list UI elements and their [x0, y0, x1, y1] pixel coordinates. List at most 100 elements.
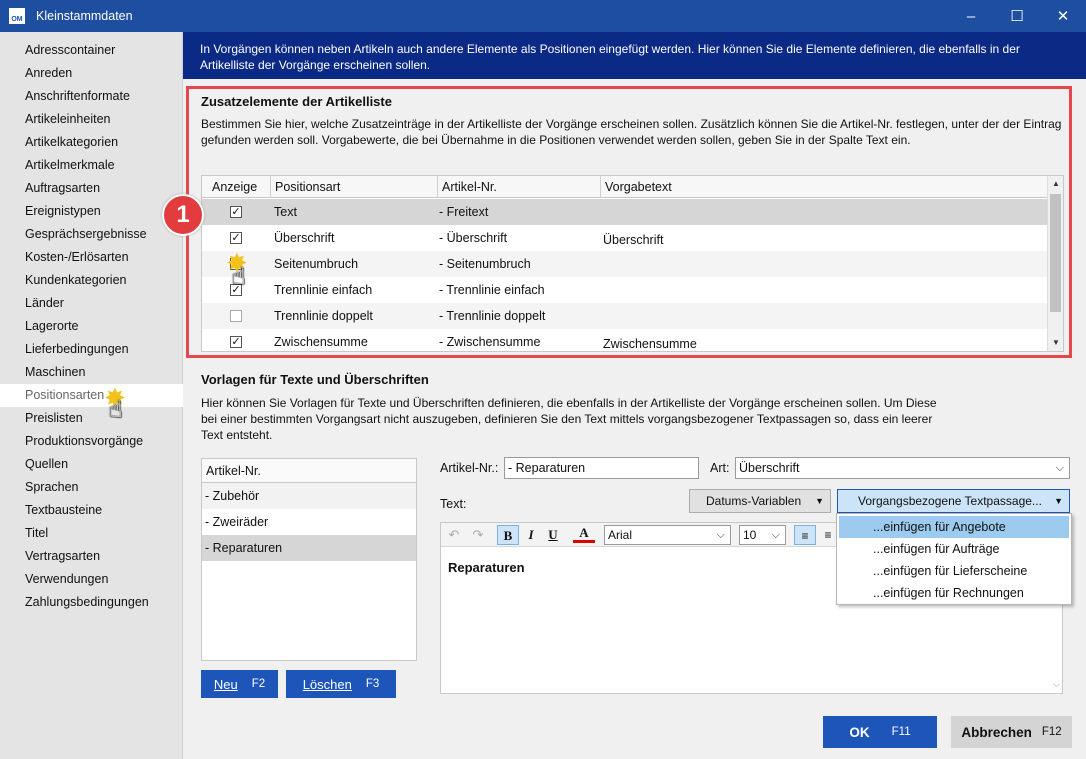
sidebar-item[interactable]: Artikelkategorien — [0, 131, 183, 154]
sidebar-item[interactable]: Kundenkategorien — [0, 269, 183, 292]
dropdown-arrow-icon: ▼ — [815, 496, 824, 506]
col-artikel-nr[interactable]: Artikel-Nr. — [438, 176, 601, 198]
font-select[interactable]: Arial ⌵ — [604, 525, 731, 545]
table-row[interactable]: ✓ Seitenumbruch - Seitenumbruch — [202, 251, 1048, 277]
sidebar-item[interactable]: Zahlungsbedingungen — [0, 591, 183, 614]
table-row[interactable]: ✓ Überschrift - Überschrift Überschrift — [202, 225, 1048, 251]
size-select[interactable]: 10 ⌵ — [739, 525, 786, 545]
sidebar-item[interactable]: Textbausteine — [0, 499, 183, 522]
cell-positionsart[interactable]: Seitenumbruch — [274, 251, 358, 277]
minimize-button[interactable]: – — [948, 0, 994, 32]
ok-button[interactable]: OK F11 — [823, 716, 937, 748]
sidebar-item[interactable]: Anreden — [0, 62, 183, 85]
table-row[interactable]: ✓ Trennlinie einfach - Trennlinie einfach — [202, 277, 1048, 303]
list-item[interactable]: - Zweiräder — [202, 509, 416, 535]
col-positionsart[interactable]: Positionsart — [271, 176, 438, 198]
sidebar-item[interactable]: Preislisten — [0, 407, 183, 430]
maximize-button[interactable]: ☐ — [994, 0, 1040, 32]
col-anzeige[interactable]: Anzeige — [202, 176, 271, 198]
col-vorgabetext[interactable]: Vorgabetext — [601, 176, 1048, 198]
sidebar-item[interactable]: Lagerorte — [0, 315, 183, 338]
cell-positionsart[interactable]: Trennlinie einfach — [274, 277, 372, 303]
ok-label: OK — [849, 724, 870, 740]
anzeige-checkbox[interactable]: ✓ — [230, 206, 242, 218]
anzeige-checkbox[interactable]: ✓ — [230, 336, 242, 348]
sidebar-item[interactable]: Artikelmerkmale — [0, 154, 183, 177]
sidebar-item[interactable]: Maschinen — [0, 361, 183, 384]
chevron-down-icon: ⌵ — [771, 529, 780, 541]
cell-positionsart[interactable]: Trennlinie doppelt — [274, 303, 373, 329]
datums-variablen-button[interactable]: Datums-Variablen ▼ — [689, 489, 831, 513]
right-edge — [1078, 79, 1086, 759]
vorlagen-list: Artikel-Nr. - Zubehör - Zweiräder - Repa… — [201, 458, 417, 661]
scroll-up-icon[interactable]: ▲ — [1048, 176, 1063, 192]
menu-item-auftraege[interactable]: ...einfügen für Aufträge — [839, 538, 1069, 560]
sidebar-item[interactable]: Produktionsvorgänge — [0, 430, 183, 453]
cell-artikel[interactable]: - Zwischensumme — [439, 329, 540, 351]
artikel-nr-input[interactable]: - Reparaturen — [504, 457, 699, 479]
neu-button[interactable]: Neu F2 — [201, 670, 278, 698]
anzeige-checkbox[interactable]: ✓ — [230, 232, 242, 244]
sidebar-item[interactable]: Titel — [0, 522, 183, 545]
loeschen-key: F3 — [365, 678, 380, 690]
resize-icon[interactable]: ⌵ — [1053, 679, 1060, 690]
sidebar-item[interactable]: Verwendungen — [0, 568, 183, 591]
loeschen-button[interactable]: Löschen F3 — [286, 670, 396, 698]
list-item[interactable]: - Zubehör — [202, 483, 416, 509]
sidebar-item[interactable]: Ereignistypen — [0, 200, 183, 223]
loeschen-label: Löschen — [302, 676, 352, 692]
sidebar: Adresscontainer Anreden Anschriftenformate… — [0, 32, 183, 759]
art-select[interactable]: Überschrift ⌵ — [735, 457, 1070, 479]
sidebar-item[interactable]: Auftragsarten — [0, 177, 183, 200]
menu-item-rechnungen[interactable]: ...einfügen für Rechnungen — [839, 582, 1069, 604]
table-row[interactable]: ✓ Zwischensumme - Zwischensumme Zwischensum… — [202, 329, 1048, 351]
sidebar-item[interactable]: Positionsarten — [0, 384, 183, 407]
sidebar-item[interactable]: Lieferbedingungen — [0, 338, 183, 361]
pointer-hand-icon: ☝ — [231, 263, 246, 290]
italic-icon[interactable]: I — [520, 525, 542, 545]
sidebar-item[interactable]: Artikeleinheiten — [0, 108, 183, 131]
table-row[interactable]: Trennlinie doppelt - Trennlinie doppelt — [202, 303, 1048, 329]
sidebar-item[interactable]: Quellen — [0, 453, 183, 476]
cell-artikel[interactable]: - Seitenumbruch — [439, 251, 531, 277]
table-row[interactable]: ✓ Text - Freitext — [202, 199, 1048, 225]
menu-item-lieferscheine[interactable]: ...einfügen für Lieferscheine — [839, 560, 1069, 582]
redo-icon[interactable]: ↷ — [467, 525, 489, 545]
font-color-icon[interactable]: A — [573, 525, 595, 543]
sidebar-item[interactable]: Sprachen — [0, 476, 183, 499]
undo-icon[interactable]: ↶ — [443, 525, 465, 545]
align-left-icon[interactable]: ≡ — [794, 525, 816, 545]
menu-item-angebote[interactable]: ...einfügen für Angebote — [839, 516, 1069, 538]
scroll-thumb[interactable] — [1050, 194, 1061, 312]
sidebar-item[interactable]: Anschriftenformate — [0, 85, 183, 108]
sidebar-item[interactable]: Kosten-/Erlösarten — [0, 246, 183, 269]
list-item[interactable]: - Reparaturen — [202, 535, 416, 561]
cell-positionsart[interactable]: Zwischensumme — [274, 329, 368, 351]
cell-artikel[interactable]: - Überschrift — [439, 225, 507, 251]
cell-artikel[interactable]: - Trennlinie einfach — [439, 277, 545, 303]
grid-scrollbar[interactable]: ▲ ▼ — [1047, 176, 1063, 351]
cell-artikel[interactable]: - Freitext — [439, 199, 488, 225]
cancel-button[interactable]: Abbrechen F12 — [951, 716, 1072, 748]
cell-vorgabe[interactable]: Zwischensumme — [603, 331, 697, 351]
sidebar-item[interactable]: Gesprächsergebnisse — [0, 223, 183, 246]
cell-artikel[interactable]: - Trennlinie doppelt — [439, 303, 545, 329]
scroll-down-icon[interactable]: ▼ — [1048, 335, 1063, 351]
art-value: Überschrift — [739, 461, 800, 475]
cancel-label: Abbrechen — [961, 724, 1032, 740]
vorgang-textpassage-button[interactable]: Vorgangsbezogene Textpassage... ▼ — [837, 489, 1070, 513]
zusatz-grid: Anzeige Positionsart Artikel-Nr. Vorgabe… — [201, 175, 1064, 352]
cell-positionsart[interactable]: Überschrift — [274, 225, 334, 251]
sidebar-item[interactable]: Länder — [0, 292, 183, 315]
bold-icon[interactable]: B — [497, 525, 519, 545]
cell-vorgabe[interactable]: Überschrift — [603, 227, 663, 253]
cell-positionsart[interactable]: Text — [274, 199, 297, 225]
close-button[interactable]: ✕ — [1040, 0, 1086, 32]
neu-key: F2 — [251, 678, 266, 690]
underline-icon[interactable]: U — [542, 525, 564, 545]
textpassage-menu: ...einfügen für Angebote ...einfügen für… — [836, 513, 1072, 605]
sidebar-item[interactable]: Adresscontainer — [0, 39, 183, 62]
sidebar-item[interactable]: Vertragsarten — [0, 545, 183, 568]
anzeige-checkbox[interactable] — [230, 310, 242, 322]
art-label: Art: — [710, 461, 730, 475]
